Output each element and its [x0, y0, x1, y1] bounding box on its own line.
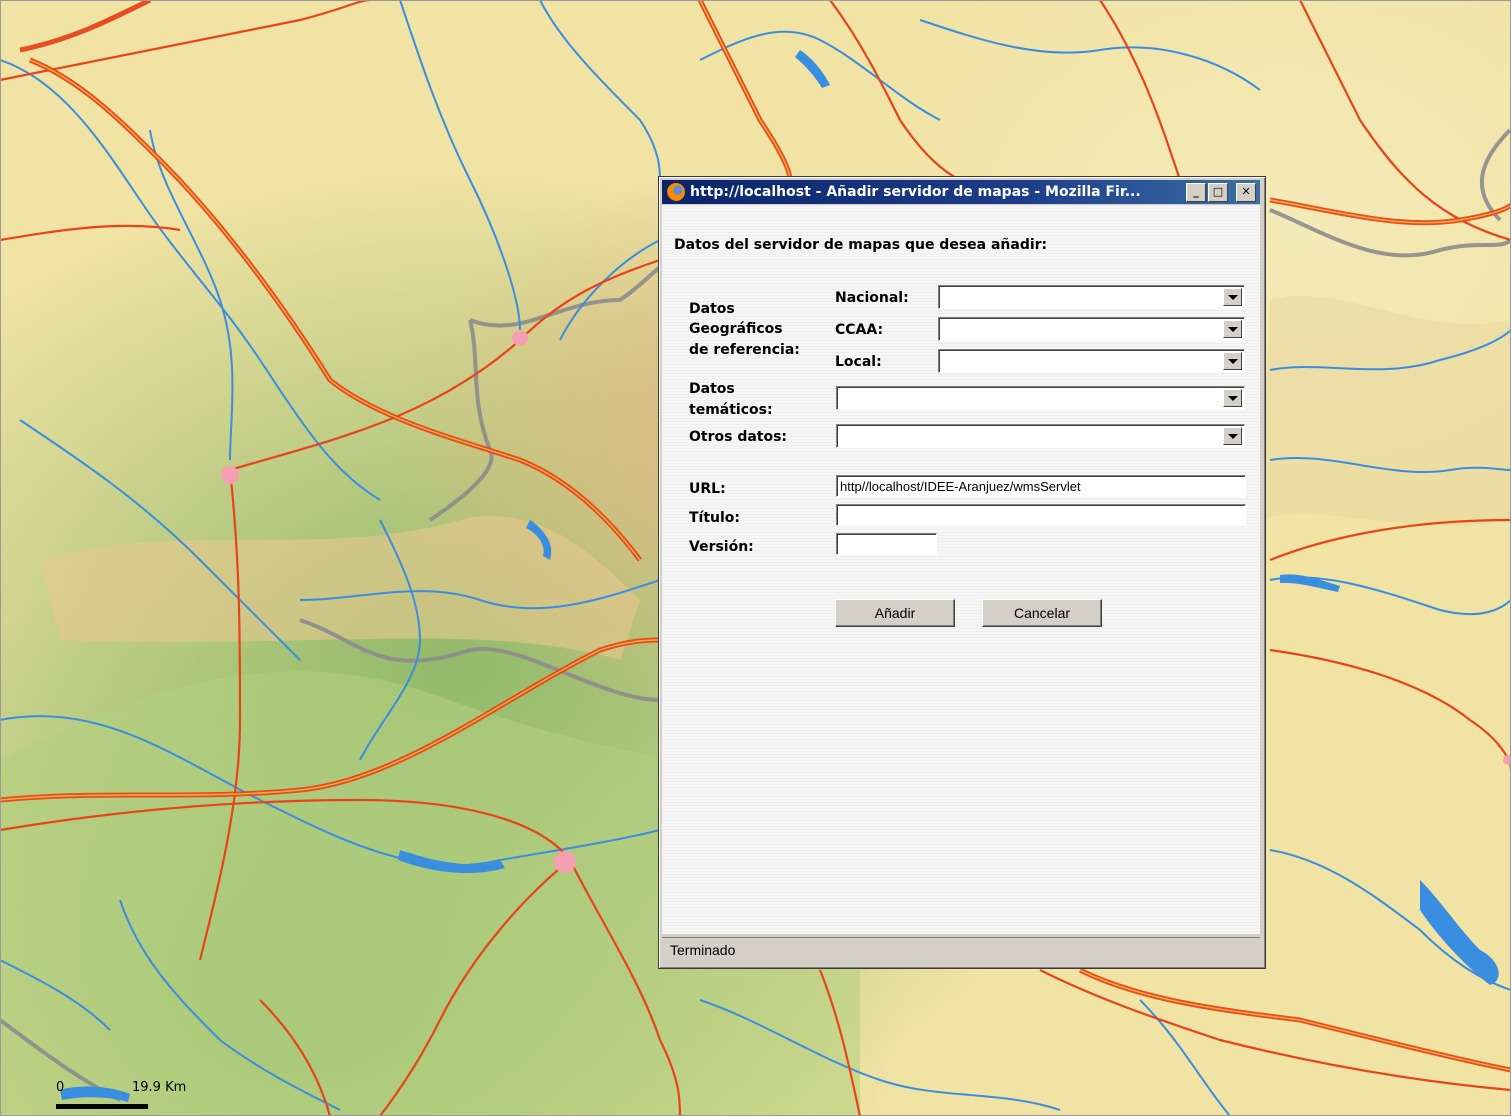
- local-select[interactable]: [938, 349, 1245, 373]
- form-heading: Datos del servidor de mapas que desea añ…: [674, 237, 1048, 253]
- add-button[interactable]: Añadir: [835, 599, 955, 627]
- chevron-down-icon[interactable]: [1223, 320, 1242, 338]
- titulo-label: Título:: [689, 510, 741, 526]
- cancel-button[interactable]: Cancelar: [982, 599, 1102, 627]
- version-label: Versión:: [689, 539, 754, 555]
- chevron-down-icon[interactable]: [1223, 427, 1242, 445]
- scale-zero-label: 0: [56, 1080, 65, 1095]
- scale-bar: 0 19.9 Km: [52, 1078, 212, 1114]
- nacional-select[interactable]: [938, 285, 1245, 309]
- chevron-down-icon[interactable]: [1223, 288, 1242, 306]
- minimize-button[interactable]: _: [1186, 183, 1206, 202]
- tematicos-select[interactable]: [836, 386, 1245, 410]
- ccaa-select[interactable]: [938, 317, 1245, 341]
- maximize-button[interactable]: □: [1208, 183, 1228, 202]
- titulo-field[interactable]: [836, 504, 1246, 526]
- scale-bar-line: [56, 1104, 148, 1109]
- add-map-server-window: http://localhost - Añadir servidor de ma…: [658, 176, 1266, 969]
- window-titlebar[interactable]: http://localhost - Añadir servidor de ma…: [662, 180, 1260, 204]
- nacional-label: Nacional:: [835, 290, 909, 306]
- url-label: URL:: [689, 481, 726, 497]
- local-label: Local:: [835, 354, 882, 370]
- scale-distance-label: 19.9 Km: [132, 1080, 187, 1095]
- firefox-icon: [667, 183, 685, 201]
- otros-datos-select[interactable]: [836, 424, 1245, 448]
- ccaa-label: CCAA:: [835, 322, 884, 338]
- geo-group-label-line1: Datos: [689, 301, 735, 317]
- geo-group-label-line3: de referencia:: [689, 342, 800, 358]
- tematicos-label-line2: temáticos:: [689, 402, 773, 418]
- form-content: Datos del servidor de mapas que desea añ…: [662, 205, 1260, 934]
- tematicos-label-line1: Datos: [689, 381, 735, 397]
- chevron-down-icon[interactable]: [1223, 389, 1242, 407]
- status-bar: Terminado: [662, 937, 1260, 964]
- version-field[interactable]: [836, 533, 937, 555]
- chevron-down-icon[interactable]: [1223, 352, 1242, 370]
- geo-group-label-line2: Geográficos: [689, 321, 783, 337]
- otros-datos-label: Otros datos:: [689, 429, 788, 445]
- status-text: Terminado: [670, 942, 736, 958]
- close-button[interactable]: ✕: [1236, 183, 1256, 202]
- window-title: http://localhost - Añadir servidor de ma…: [690, 184, 1141, 200]
- url-field[interactable]: http//localhost/IDEE-Aranjuez/wmsServlet: [836, 475, 1246, 497]
